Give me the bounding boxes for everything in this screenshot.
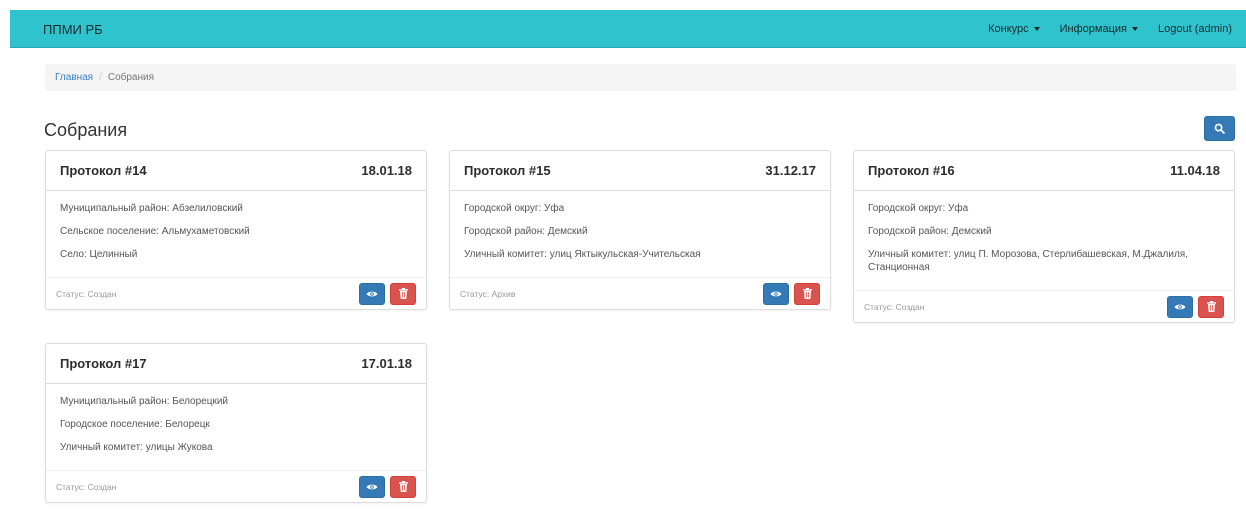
status-label: Статус: Создан [864, 301, 925, 312]
delete-button[interactable] [1198, 295, 1224, 318]
nav-item-contest-label: Конкурс [988, 23, 1029, 35]
meeting-card: Протокол #15 31.12.17 Городской округ: У… [449, 150, 831, 310]
status-label: Статус: Архив [460, 288, 516, 299]
caret-down-icon [1033, 27, 1040, 31]
card-detail-line: Муниципальный район: Белорецкий [60, 396, 229, 407]
card-detail-line: Городской район: Демский [868, 226, 992, 237]
view-button[interactable] [359, 475, 385, 498]
card-date: 17.01.18 [361, 356, 412, 371]
card-body: Муниципальный район: Белорецкий Городско… [46, 384, 426, 470]
trash-icon [1206, 301, 1216, 312]
breadcrumb-home-link[interactable]: Главная [55, 72, 93, 83]
page-title: Собрания [44, 120, 128, 140]
nav-item-logout-label: Logout (admin) [1158, 23, 1232, 35]
card-header: Протокол #16 11.04.18 [854, 151, 1234, 191]
nav-item-information-label: Информация [1059, 23, 1127, 35]
eye-icon [1174, 304, 1186, 309]
meeting-card: Протокол #16 11.04.18 Городской округ: У… [853, 150, 1235, 323]
card-detail-line: Уличный комитет: улицы Жукова [60, 442, 213, 453]
nav-item-logout[interactable]: Logout (admin) [1148, 23, 1246, 35]
view-button[interactable] [359, 282, 385, 305]
trash-icon [802, 288, 812, 299]
card-detail-line: Городской округ: Уфа [464, 203, 565, 214]
card-date: 31.12.17 [765, 163, 816, 178]
eye-icon [366, 484, 378, 489]
card-footer: Статус: Архив [450, 277, 830, 309]
card-body: Городской округ: Уфа Городской район: Де… [854, 191, 1234, 290]
status-label: Статус: Создан [56, 288, 117, 299]
card-date: 18.01.18 [361, 163, 412, 178]
card-body: Городской округ: Уфа Городской район: Де… [450, 191, 830, 277]
card-title: Протокол #16 [868, 163, 955, 178]
card-footer: Статус: Создан [46, 277, 426, 309]
card-title: Протокол #17 [60, 356, 147, 371]
card-detail-line: Уличный комитет: улиц Яктыкульская-Учите… [464, 249, 701, 260]
card-detail-line: Городской район: Демский [464, 226, 588, 237]
navbar-menu: Конкурс Информация Logout (admin) [978, 10, 1246, 48]
card-date: 11.04.18 [1170, 163, 1220, 178]
card-footer: Статус: Создан [46, 470, 426, 502]
card-header: Протокол #14 18.01.18 [46, 151, 426, 191]
breadcrumb-current: Собрания [107, 72, 155, 83]
breadcrumb-separator: / [99, 72, 102, 83]
card-detail-line: Городское поселение: Белорецк [60, 419, 210, 430]
card-footer: Статус: Создан [854, 290, 1234, 322]
card-header: Протокол #17 17.01.18 [46, 344, 426, 384]
eye-icon [770, 291, 782, 296]
nav-item-information[interactable]: Информация [1050, 23, 1148, 35]
card-detail-line: Муниципальный район: Абзелиловский [60, 203, 243, 214]
card-title: Протокол #15 [464, 163, 551, 178]
meeting-card: Протокол #14 18.01.18 Муниципальный райо… [45, 150, 427, 310]
card-detail-line: Уличный комитет: улиц П. Морозова, Стерл… [868, 249, 1188, 273]
card-header: Протокол #15 31.12.17 [450, 151, 830, 191]
search-icon [1214, 123, 1225, 134]
card-title: Протокол #14 [60, 163, 147, 178]
card-detail-line: Городской округ: Уфа [868, 203, 969, 214]
card-detail-line: Село: Целинный [60, 249, 138, 260]
nav-item-contest[interactable]: Конкурс [978, 23, 1050, 35]
card-detail-line: Сельское поселение: Альмухаметовский [60, 226, 250, 237]
search-button[interactable] [1204, 116, 1235, 141]
caret-down-icon [1132, 27, 1138, 31]
eye-icon [366, 291, 378, 296]
card-body: Муниципальный район: Абзелиловский Сельс… [46, 191, 426, 277]
delete-button[interactable] [390, 282, 416, 305]
brand-logo[interactable]: ППМИ РБ [43, 22, 103, 37]
top-navbar: ППМИ РБ Конкурс Информация Logout (admin… [10, 10, 1246, 48]
view-button[interactable] [763, 282, 789, 305]
trash-icon [398, 481, 408, 492]
view-button[interactable] [1167, 295, 1193, 318]
meeting-card: Протокол #17 17.01.18 Муниципальный райо… [45, 343, 427, 503]
delete-button[interactable] [794, 282, 820, 305]
trash-icon [398, 288, 408, 299]
breadcrumb: Главная / Собрания [45, 64, 1236, 91]
status-label: Статус: Создан [56, 481, 117, 492]
delete-button[interactable] [390, 475, 416, 498]
